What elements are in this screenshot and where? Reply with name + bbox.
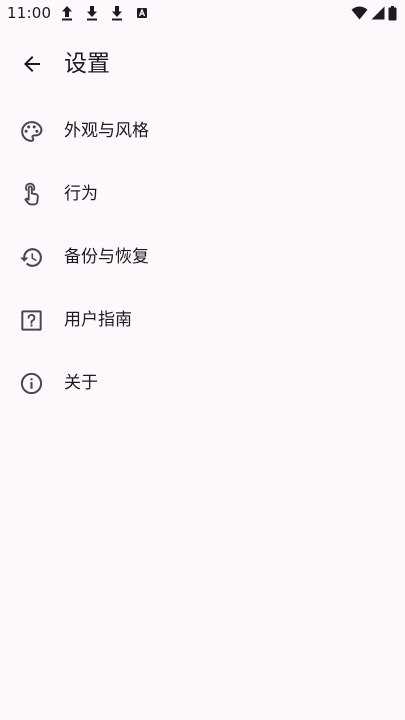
upload-arrow-icon xyxy=(62,6,72,21)
info-icon xyxy=(20,372,43,395)
menu-item-appearance[interactable]: 外观与风格 xyxy=(0,100,405,163)
menu-item-label: 外观与风格 xyxy=(64,121,149,141)
menu-item-about[interactable]: 关于 xyxy=(0,352,405,415)
status-bar: 11:00 xyxy=(0,0,405,28)
back-button[interactable] xyxy=(12,40,52,88)
download-arrow-icon xyxy=(112,6,122,21)
menu-item-user-guide[interactable]: 用户指南 xyxy=(0,289,405,352)
menu-item-label: 用户指南 xyxy=(64,310,132,330)
touch-hand-icon xyxy=(24,182,39,206)
palette-icon xyxy=(21,121,43,142)
system-icons xyxy=(348,5,397,21)
keyboard-a-icon xyxy=(137,8,147,18)
settings-menu: 外观与风格 行为 备份与恢复 用户指南 关于 xyxy=(0,100,405,415)
arrow-back-icon xyxy=(24,56,40,72)
status-time: 11:00 xyxy=(7,4,52,22)
menu-item-behavior[interactable]: 行为 xyxy=(0,163,405,226)
menu-item-backup-restore[interactable]: 备份与恢复 xyxy=(0,226,405,289)
menu-item-label: 备份与恢复 xyxy=(64,247,149,267)
notification-icons xyxy=(60,5,160,21)
page-title: 设置 xyxy=(64,51,110,77)
battery-icon xyxy=(388,5,397,20)
menu-item-label: 关于 xyxy=(64,373,98,393)
menu-item-label: 行为 xyxy=(64,184,98,204)
top-app-bar: 设置 xyxy=(0,36,405,92)
wifi-icon xyxy=(351,6,368,20)
history-restore-icon xyxy=(20,248,42,267)
cell-signal-icon xyxy=(371,6,385,20)
download-arrow-icon xyxy=(87,6,97,21)
help-box-icon xyxy=(21,310,42,331)
